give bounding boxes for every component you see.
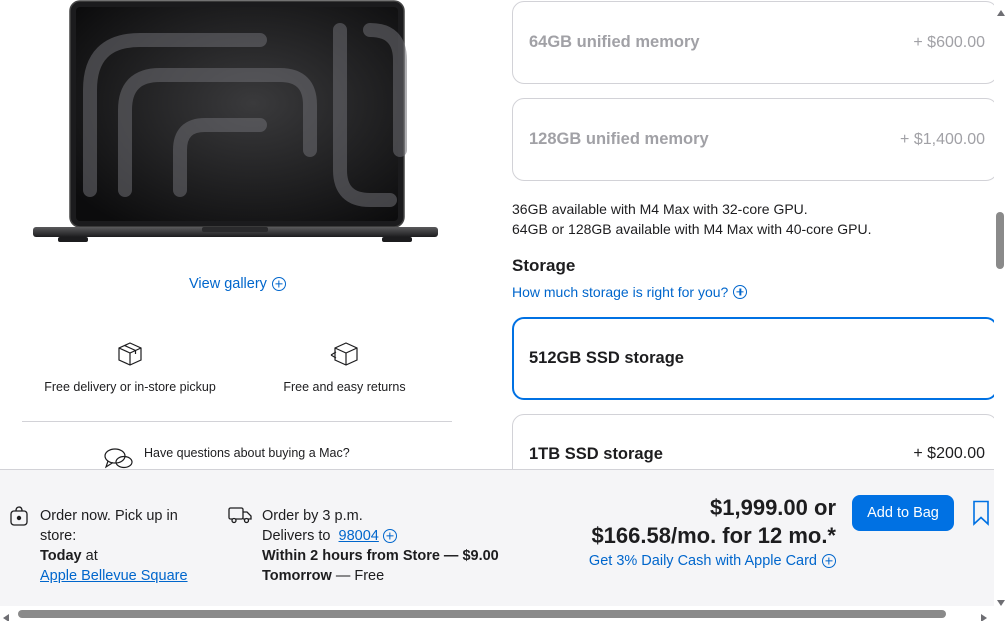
pickup-line: Order now. Pick up in	[40, 508, 178, 524]
pickup-at: at	[81, 548, 98, 564]
option-name: 512GB SSD storage	[529, 349, 684, 367]
scrollbar-corner	[994, 606, 1008, 621]
apple-card-label: Get 3% Daily Cash with Apple Card	[588, 553, 817, 569]
storage-option-512gb[interactable]: 512GB SSD storage	[512, 317, 998, 400]
apple-card-link[interactable]: Get 3% Daily Cash with Apple Card	[589, 553, 836, 569]
storage-heading: Storage	[512, 256, 576, 275]
storage-help-label: How much storage is right for you?	[512, 284, 729, 300]
scroll-left-arrow-icon[interactable]	[3, 609, 9, 621]
delivery-truck-icon	[228, 506, 252, 586]
pickup-when: Today at	[40, 546, 188, 566]
option-name: 128GB unified memory	[529, 130, 709, 148]
delivery-day: Tomorrow	[262, 568, 332, 584]
product-image-macbook-pro	[30, 0, 440, 246]
option-name: 1TB SSD storage	[529, 445, 663, 463]
return-box-icon	[272, 341, 417, 370]
plus-circle-icon[interactable]	[382, 529, 397, 543]
price-summary: $1,999.00 or $166.58/mo. for 12 mo.* Get…	[589, 494, 836, 569]
view-gallery-link[interactable]: View gallery	[189, 276, 286, 292]
monthly-price: $166.58/mo. for 12 mo.*	[591, 523, 836, 548]
delivers-to-label: Delivers to	[262, 528, 335, 544]
view-gallery-label: View gallery	[189, 276, 267, 292]
scroll-right-arrow-icon[interactable]	[981, 609, 987, 621]
memory-option-64gb[interactable]: 64GB unified memory + $600.00	[512, 1, 998, 84]
pickup-info: Order now. Pick up in store: Today at Ap…	[10, 506, 188, 586]
pickup-line: store:	[40, 528, 77, 544]
memory-option-128gb[interactable]: 128GB unified memory + $1,400.00	[512, 98, 998, 181]
scroll-up-arrow-icon[interactable]	[997, 3, 1005, 21]
vertical-scroll-thumb[interactable]	[996, 212, 1004, 269]
feature-free-returns: Free and easy returns	[272, 341, 417, 394]
memory-availability-note: 36GB available with M4 Max with 32-core …	[512, 199, 872, 239]
zip-code-link[interactable]: 98004	[339, 526, 379, 546]
delivery-cost: — Free	[331, 568, 385, 584]
horizontal-scroll-thumb[interactable]	[18, 610, 946, 618]
plus-circle-icon	[733, 285, 748, 299]
storage-help-link[interactable]: How much storage is right for you?	[512, 284, 748, 300]
horizontal-scrollbar[interactable]	[0, 606, 994, 621]
plus-circle-icon	[271, 277, 286, 291]
memory-note-line: 36GB available with M4 Max with 32-core …	[512, 201, 808, 217]
delivery-option-express: Within 2 hours from Store — $9.00	[262, 548, 499, 564]
feature-label: Free and easy returns	[283, 380, 406, 394]
add-to-bag-button[interactable]: Add to Bag	[852, 495, 954, 531]
memory-note-line: 64GB or 128GB available with M4 Max with…	[512, 221, 872, 237]
box-icon	[30, 341, 230, 370]
feature-free-delivery: Free delivery or in-store pickup	[30, 341, 230, 394]
store-link[interactable]: Apple Bellevue Square	[40, 566, 188, 586]
option-price: + $600.00	[913, 33, 985, 51]
option-price: + $1,400.00	[900, 130, 985, 148]
section-divider	[22, 421, 452, 422]
order-summary-bar: Order now. Pick up in store: Today at Ap…	[0, 469, 994, 606]
option-price: + $200.00	[913, 445, 985, 462]
option-name: 64GB unified memory	[529, 33, 700, 51]
delivery-line: Order by 3 p.m.	[262, 508, 363, 524]
shopping-bag-icon	[10, 506, 28, 586]
delivery-option-standard: Tomorrow — Free	[262, 566, 499, 586]
plus-circle-icon	[822, 554, 836, 568]
delivers-to-row: Delivers to 98004	[262, 526, 499, 546]
pickup-day: Today	[40, 548, 82, 564]
feature-label: Free delivery or in-store pickup	[44, 380, 216, 394]
delivery-info: Order by 3 p.m. Delivers to 98004 Within…	[228, 506, 499, 586]
total-price: $1,999.00 or	[710, 495, 836, 520]
vertical-scrollbar[interactable]	[994, 0, 1008, 606]
bookmark-icon[interactable]	[972, 500, 990, 531]
